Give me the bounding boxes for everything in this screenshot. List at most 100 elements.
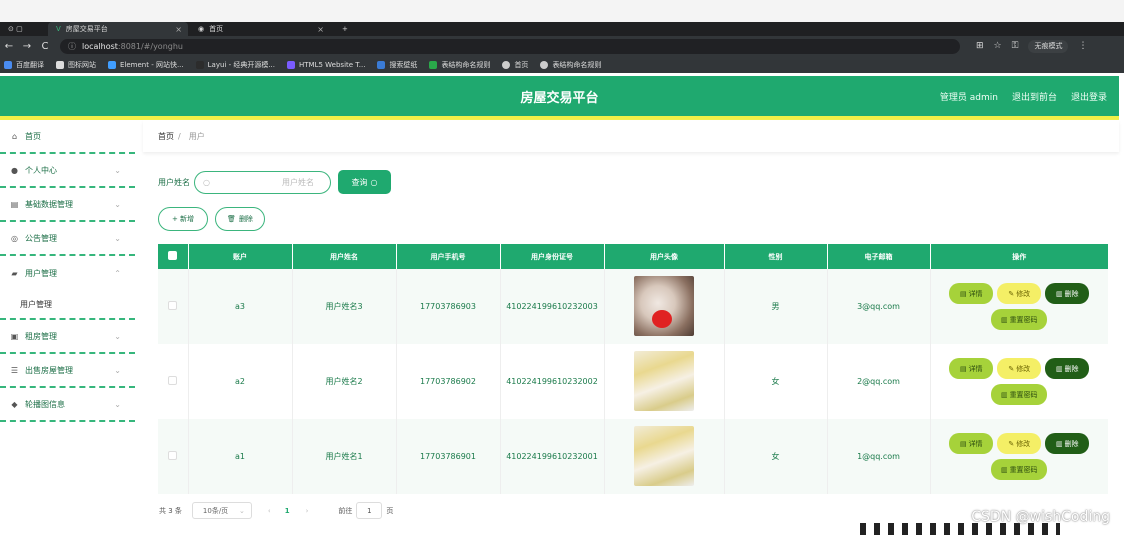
modify-button[interactable]: ✎ 修改 bbox=[997, 283, 1042, 304]
tab-favicon-icon: ◉ bbox=[198, 25, 205, 33]
new-tab-button[interactable]: + bbox=[334, 22, 354, 36]
reset-password-button[interactable]: ▥ 重置密码 bbox=[991, 384, 1048, 405]
prev-page-button[interactable]: ‹ bbox=[268, 507, 271, 515]
main-content: 首页 / 用户 用户姓名 ○ 用户姓名 查询 ○ + 新增 🗑 删除 账户 用户姓名… bbox=[143, 120, 1119, 535]
sidebar-item-sale[interactable]: ☰ 出售房屋管理 ⌄ bbox=[0, 354, 135, 388]
bookmark-item[interactable]: 图标网站 bbox=[56, 60, 96, 70]
breadcrumb: 首页 / 用户 bbox=[143, 120, 1119, 152]
reload-button[interactable]: C bbox=[36, 41, 54, 52]
row-checkbox[interactable] bbox=[168, 301, 178, 310]
goto-page-input[interactable]: 1 bbox=[356, 502, 383, 519]
search-input[interactable]: ○ 用户姓名 bbox=[194, 170, 331, 194]
bookmark-icon bbox=[502, 60, 511, 69]
bookmark-item[interactable]: 首页 bbox=[502, 60, 528, 70]
goto-page-value: 1 bbox=[367, 506, 372, 515]
bookmark-label: HTML5 Website T... bbox=[299, 60, 366, 69]
exit-to-front-link[interactable]: 退出到前台 bbox=[1012, 90, 1057, 103]
top-margin bbox=[0, 0, 1124, 22]
chevron-down-icon: ⌄ bbox=[114, 399, 121, 409]
delete-button[interactable]: ▥ 删除 bbox=[1045, 433, 1090, 454]
cell-gender: 男 bbox=[724, 269, 828, 344]
cell-idcard: 410224199610232002 bbox=[500, 344, 605, 419]
bookmark-item[interactable]: 表结构命名规则 bbox=[429, 60, 490, 70]
bookmark-icon bbox=[56, 60, 64, 69]
bookmark-item[interactable]: 表结构命名规则 bbox=[540, 60, 601, 70]
cell-account: a1 bbox=[188, 419, 293, 494]
reset-password-button[interactable]: ▥ 重置密码 bbox=[991, 309, 1048, 330]
sidebar-item-notice[interactable]: ◎ 公告管理 ⌄ bbox=[0, 222, 135, 256]
col-idcard: 用户身份证号 bbox=[500, 244, 605, 269]
forward-button[interactable]: → bbox=[18, 41, 36, 52]
url-field[interactable]: ⓘ localhost:8081/#/yonghu bbox=[60, 38, 960, 54]
row-checkbox[interactable] bbox=[168, 451, 178, 460]
breadcrumb-current: 用户 bbox=[188, 131, 205, 141]
tab-close-icon[interactable]: × bbox=[175, 25, 182, 34]
search-bar: 用户姓名 ○ 用户姓名 查询 ○ bbox=[158, 170, 391, 194]
sidebar-item-home[interactable]: ⌂ 首页 bbox=[0, 120, 135, 154]
detail-button[interactable]: ▤ 详情 bbox=[949, 358, 994, 379]
next-page-button[interactable]: › bbox=[306, 507, 309, 515]
trash-icon: ▥ bbox=[1055, 364, 1063, 373]
key-icon[interactable]: ⚿ bbox=[1012, 41, 1019, 51]
logout-link[interactable]: 退出登录 bbox=[1071, 90, 1107, 103]
row-actions: ▤ 详情 ✎ 修改 ▥ 删除 ▥ 重置密码 bbox=[944, 283, 1094, 330]
bookmark-item[interactable]: Element - 网站快... bbox=[108, 60, 184, 70]
translate-icon[interactable]: ⊞ bbox=[976, 41, 984, 51]
page-size-select[interactable]: 10条/页 ⌄ bbox=[191, 502, 252, 519]
delete-button[interactable]: ▥ 删除 bbox=[1045, 358, 1090, 379]
sidebar-item-carousel[interactable]: ◆ 轮播图信息 ⌄ bbox=[0, 388, 135, 422]
batch-delete-button[interactable]: 🗑 删除 bbox=[215, 207, 265, 231]
bookmark-label: 首页 bbox=[514, 60, 529, 69]
modify-label: 修改 bbox=[1016, 364, 1031, 373]
action-row: + 新增 🗑 删除 bbox=[158, 207, 265, 231]
avatar[interactable] bbox=[634, 350, 694, 411]
avatar[interactable] bbox=[634, 425, 694, 486]
sidebar-item-base-data[interactable]: ▤ 基础数据管理 ⌄ bbox=[0, 188, 135, 222]
page-number[interactable]: 1 bbox=[285, 507, 290, 515]
menu-icon[interactable]: ⋮ bbox=[1078, 41, 1087, 51]
reset-password-button[interactable]: ▥ 重置密码 bbox=[991, 459, 1048, 480]
add-button[interactable]: + 新增 bbox=[158, 207, 208, 231]
detail-button[interactable]: ▤ 详情 bbox=[949, 283, 994, 304]
bookmark-item[interactable]: HTML5 Website T... bbox=[287, 60, 366, 69]
bookmark-item[interactable]: 搜索壁纸 bbox=[377, 60, 417, 70]
modify-button[interactable]: ✎ 修改 bbox=[997, 433, 1042, 454]
window-controls[interactable]: ⊙ ▢ bbox=[0, 22, 44, 36]
incognito-label: 无痕模式 bbox=[1034, 42, 1063, 50]
sidebar-item-users[interactable]: ▰ 用户管理 ⌃ bbox=[0, 256, 135, 290]
back-button[interactable]: ← bbox=[0, 41, 18, 52]
tab-active[interactable]: V 房屋交易平台 × bbox=[48, 22, 188, 36]
cell-ops: ▤ 详情 ✎ 修改 ▥ 删除 ▥ 重置密码 bbox=[930, 269, 1108, 344]
avatar[interactable] bbox=[634, 275, 694, 336]
browser-actions: ⊞ ☆ ⚿ 无痕模式 ⋮ bbox=[976, 39, 1087, 53]
bookmark-icon bbox=[195, 60, 204, 69]
select-all-checkbox[interactable] bbox=[168, 251, 178, 260]
info-icon: ⓘ bbox=[68, 41, 76, 51]
incognito-badge[interactable]: 无痕模式 bbox=[1028, 39, 1069, 53]
star-icon[interactable]: ☆ bbox=[994, 41, 1002, 51]
bookmark-item[interactable]: Layui - 经典开源模... bbox=[195, 60, 275, 70]
tab-inactive[interactable]: ◉ 首页 × bbox=[190, 22, 330, 36]
sidebar-subitem-user-manage[interactable]: 用户管理 bbox=[0, 290, 135, 320]
cell-account: a2 bbox=[188, 344, 293, 419]
admin-label: 管理员 admin bbox=[939, 93, 998, 103]
cell-name: 用户姓名2 bbox=[292, 344, 397, 419]
row-checkbox[interactable] bbox=[168, 376, 178, 385]
sidebar-item-rent[interactable]: ▣ 租房管理 ⌄ bbox=[0, 320, 135, 354]
query-button[interactable]: 查询 ○ bbox=[338, 170, 391, 194]
tab-close-icon[interactable]: × bbox=[317, 25, 324, 34]
row-checkbox-cell bbox=[158, 269, 189, 344]
tab-label: 房屋交易平台 bbox=[65, 25, 108, 33]
breadcrumb-home[interactable]: 首页 bbox=[158, 131, 174, 142]
cell-avatar bbox=[604, 419, 725, 494]
bookmark-label: 百度翻译 bbox=[16, 60, 44, 69]
sidebar-item-label: 公告管理 bbox=[25, 233, 57, 243]
delete-button[interactable]: ▥ 删除 bbox=[1045, 283, 1090, 304]
bookmark-item[interactable]: 百度翻译 bbox=[4, 60, 44, 70]
detail-button[interactable]: ▤ 详情 bbox=[949, 433, 994, 454]
sidebar-item-profile[interactable]: ● 个人中心 ⌄ bbox=[0, 154, 135, 188]
row-checkbox-cell bbox=[158, 344, 189, 419]
address-bar: ← → C ⓘ localhost:8081/#/yonghu ⊞ ☆ ⚿ 无痕… bbox=[0, 36, 1124, 56]
cell-phone: 17703786903 bbox=[396, 269, 501, 344]
modify-button[interactable]: ✎ 修改 bbox=[997, 358, 1042, 379]
